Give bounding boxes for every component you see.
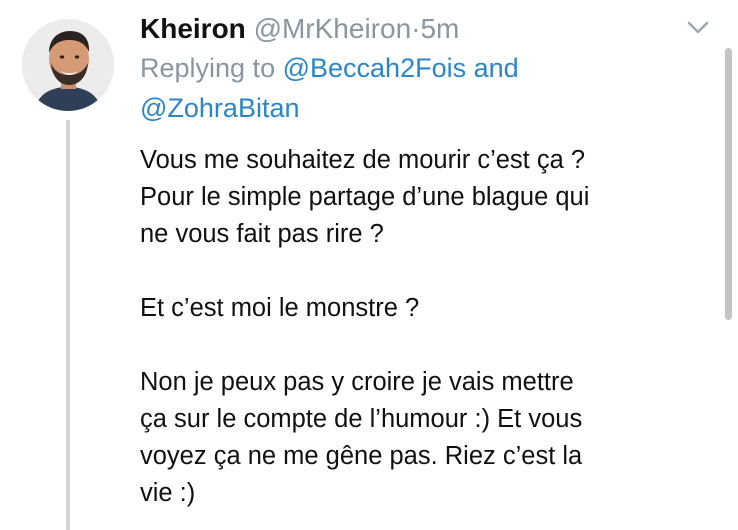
tweet-text: Vous me souhaitez de mourir c’est ça ? P… (140, 142, 715, 512)
mention-link-beccah2fois[interactable]: @Beccah2Fois (283, 53, 467, 83)
display-name[interactable]: Kheiron (140, 13, 246, 44)
tweet-header: Kheiron @MrKheiron·5m (140, 9, 459, 49)
tweet-text-line: ça sur le compte de l’humour :) Et vous (140, 405, 583, 433)
replying-to-connector[interactable]: and (474, 53, 519, 83)
mention-link-zohrabitan[interactable]: @ZohraBitan (140, 93, 299, 123)
scrollbar[interactable] (725, 48, 732, 320)
chevron-down-icon[interactable] (686, 18, 710, 38)
tweet-text-line: vie :) (140, 479, 196, 507)
tweet-text-line: Pour le simple partage d’une blague qui (140, 183, 590, 211)
replying-to: Replying to @Beccah2Fois and (140, 48, 519, 88)
tweet-text-line: ne vous fait pas rire ? (140, 220, 384, 248)
tweet-text-line: Vous me souhaitez de mourir c’est ça ? (140, 146, 586, 174)
tweet-text-line: Et c’est moi le monstre ? (140, 294, 420, 322)
replying-to-label: Replying to (140, 53, 276, 83)
avatar[interactable] (22, 19, 114, 111)
timestamp[interactable]: 5m (420, 13, 459, 44)
replying-to-continued: @ZohraBitan (140, 88, 299, 128)
avatar-photo-icon (22, 19, 114, 111)
tweet-text-line: voyez ça ne me gêne pas. Riez c’est la (140, 442, 583, 470)
tweet: Kheiron @MrKheiron·5m Replying to @Becca… (0, 0, 738, 530)
thread-line (66, 120, 70, 530)
tweet-text-line: Non je peux pas y croire je vais mettre (140, 368, 574, 396)
user-handle[interactable]: @MrKheiron (254, 13, 412, 44)
